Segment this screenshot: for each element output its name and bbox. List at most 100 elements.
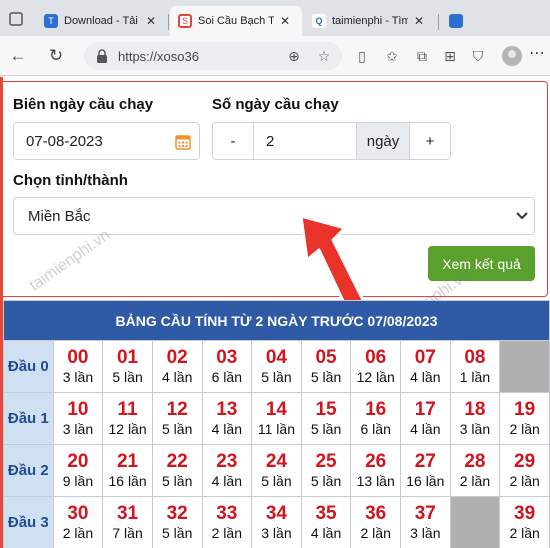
occurrence-count: 2 lần: [459, 473, 491, 489]
date-label: Biên ngày cầu chạy: [13, 96, 154, 113]
province-select[interactable]: Miền Bắc: [13, 197, 535, 235]
tab-actions-icon[interactable]: [8, 6, 26, 34]
download-site-icon: T: [44, 14, 58, 28]
number-cell: 13 4 lần: [201, 392, 253, 445]
lottery-number: 24: [265, 451, 287, 472]
soi-cau-site-icon: S: [178, 14, 192, 28]
occurrence-count: 11 lần: [257, 421, 295, 437]
occurrence-count: 6 lần: [211, 369, 242, 385]
lottery-number: 27: [414, 451, 436, 472]
lottery-number: 13: [216, 399, 238, 420]
lottery-number: 04: [265, 347, 287, 368]
number-cell: 33 2 lần: [201, 496, 253, 548]
number-cell: 20 9 lần: [52, 444, 104, 497]
row-header: Đầu 3: [3, 496, 54, 548]
tab-download[interactable]: T Download - Tải M ✕: [36, 6, 166, 36]
lottery-number: 10: [67, 399, 89, 420]
lottery-number: 39: [514, 503, 536, 524]
occurrence-count: 5 lần: [310, 369, 342, 385]
occurrence-count: 4 lần: [410, 369, 441, 385]
split-screen-icon[interactable]: ▯: [352, 46, 372, 66]
lottery-number: 25: [315, 451, 337, 472]
lock-icon: [97, 49, 107, 63]
number-cell: 12 5 lần: [151, 392, 203, 445]
lottery-number: 07: [414, 347, 436, 368]
tab-title: Download - Tải M: [64, 15, 140, 27]
lottery-number: 29: [514, 451, 536, 472]
number-cell: 15 5 lần: [300, 392, 352, 445]
occurrence-count: 2 lần: [509, 525, 540, 541]
occurrence-count: 12 lần: [108, 421, 147, 437]
favorite-star-icon[interactable]: ☆: [314, 46, 334, 66]
lottery-number: 19: [514, 399, 536, 420]
days-unit: ngày: [356, 122, 410, 160]
lottery-number: 12: [166, 399, 188, 420]
more-menu-icon[interactable]: ⋯: [527, 45, 547, 67]
extensions-icon[interactable]: ⊞: [440, 46, 460, 66]
lottery-number: 26: [365, 451, 387, 472]
province-label: Chọn tỉnh/thành: [13, 172, 128, 189]
number-cell: 07 4 lần: [400, 340, 451, 393]
close-icon[interactable]: ✕: [414, 14, 424, 28]
table-row: Đầu 2 20 9 lần 21 16 lần 22 5 lần 23 4 lần 24 5 lầ…: [3, 444, 550, 497]
occurrence-count: 2 lần: [509, 473, 540, 489]
lottery-number: 21: [116, 451, 139, 472]
number-cell: 22 5 lần: [151, 444, 203, 497]
number-cell: 03 6 lần: [201, 340, 253, 393]
table-row: Đầu 3 30 2 lần 31 7 lần 32 5 lần 33 2 lần 34 3 lần…: [3, 496, 550, 548]
lottery-number: 22: [166, 451, 188, 472]
address-bar: ← ↻ https://xoso36 ⊕ ☆ ▯ ✩ ⧉ ⊞ ⛉ ⋯: [0, 36, 550, 76]
decrease-days-button[interactable]: -: [212, 122, 254, 160]
tab-taimienphi[interactable]: Q taimienphi - Tìm ✕: [304, 6, 436, 36]
days-input[interactable]: 2: [253, 122, 357, 160]
occurrence-count: 6 lần: [360, 421, 391, 437]
zoom-icon[interactable]: ⊕: [284, 46, 304, 66]
lottery-number: 35: [315, 503, 337, 524]
increase-days-button[interactable]: +: [409, 122, 451, 160]
number-cell: 16 6 lần: [350, 392, 401, 445]
lottery-number: 34: [265, 503, 287, 524]
occurrence-count: 4 lần: [211, 421, 242, 437]
number-cell: 02 4 lần: [151, 340, 203, 393]
occurrence-count: 2 lần: [360, 525, 391, 541]
occurrence-count: 1 lần: [459, 369, 491, 385]
tab-soi-cau[interactable]: S Soi Cầu Bạch Thủ ✕: [170, 6, 302, 36]
number-cell: 23 4 lần: [201, 444, 253, 497]
number-cell: 00 3 lần: [52, 340, 104, 393]
row-header: Đầu 2: [3, 444, 54, 497]
lottery-number: 33: [216, 503, 238, 524]
province-value: Miền Bắc: [28, 207, 91, 225]
number-cell: 01 5 lần: [102, 340, 153, 393]
lottery-number: 18: [464, 399, 486, 420]
back-icon[interactable]: ←: [6, 44, 30, 68]
number-cell: 10 3 lần: [52, 392, 104, 445]
number-cell: 06 12 lần: [350, 340, 401, 393]
number-cell: 24 5 lần: [251, 444, 302, 497]
favorites-icon[interactable]: ✩: [382, 46, 402, 66]
calendar-icon[interactable]: [175, 134, 191, 150]
tab-partial[interactable]: [441, 6, 550, 36]
avatar[interactable]: [502, 46, 522, 66]
close-icon[interactable]: ✕: [280, 14, 290, 28]
occurrence-count: 4 lần: [211, 473, 242, 489]
close-icon[interactable]: ✕: [146, 14, 156, 28]
table-title: BẢNG CẦU TÍNH TỪ 2 NGÀY TRƯỚC 07/08/2023: [3, 300, 550, 341]
lottery-number: 32: [166, 503, 188, 524]
date-input[interactable]: 07-08-2023: [13, 122, 200, 160]
tab-title: taimienphi - Tìm: [332, 15, 408, 27]
row-header: Đầu 0: [3, 340, 54, 393]
shield-icon[interactable]: ⛉: [468, 46, 488, 66]
refresh-icon[interactable]: ↻: [44, 44, 68, 68]
lottery-number: 03: [216, 347, 238, 368]
view-results-button[interactable]: Xem kết quả: [428, 246, 535, 281]
number-cell: 31 7 lần: [102, 496, 153, 548]
occurrence-count: 3 lần: [62, 369, 94, 385]
empty-cell: [499, 340, 550, 393]
number-cell: 11 12 lần: [102, 392, 153, 445]
page-content: Biên ngày cầu chạy 07-08-2023 Số ngày cầ…: [0, 77, 550, 548]
collections-icon[interactable]: ⧉: [412, 46, 432, 66]
occurrence-count: 12 lần: [356, 369, 395, 385]
number-cell: 29 2 lần: [499, 444, 550, 497]
lottery-number: 11: [117, 399, 138, 420]
number-cell: 21 16 lần: [102, 444, 153, 497]
